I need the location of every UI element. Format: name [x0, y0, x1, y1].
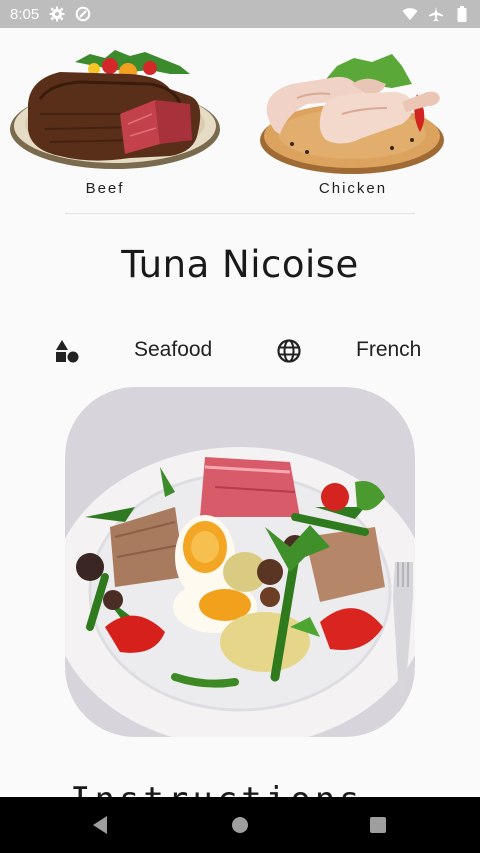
- category-item-beef[interactable]: Beef: [0, 36, 230, 206]
- back-button[interactable]: [86, 811, 114, 839]
- category-shapes-icon: [56, 340, 79, 363]
- category-strip: Beef Chicken: [0, 36, 480, 206]
- battery-icon: [454, 6, 470, 22]
- status-time: 8:05: [10, 5, 40, 23]
- home-circle-icon: [232, 817, 248, 833]
- data-saver-icon: [75, 6, 91, 22]
- chicken-image: [260, 54, 444, 174]
- airplane-icon: [428, 6, 444, 22]
- category-label: Chicken: [318, 180, 388, 197]
- status-bar: 8:05: [0, 0, 480, 28]
- category-label: Beef: [85, 180, 125, 197]
- recents-button[interactable]: [364, 811, 392, 839]
- home-button[interactable]: [226, 811, 254, 839]
- recents-square-icon: [370, 817, 386, 833]
- wifi-icon: [402, 6, 418, 22]
- back-triangle-icon: [93, 816, 107, 834]
- meal-detail-screen: Beef Chicken Tuna Nicoise Seafood French: [0, 28, 480, 797]
- divider: [65, 213, 415, 214]
- category-item-chicken[interactable]: Chicken: [240, 36, 470, 206]
- meal-title: Tuna Nicoise: [121, 243, 359, 286]
- meal-image: [65, 387, 415, 737]
- globe-icon: [277, 339, 301, 363]
- beef-image: [10, 50, 220, 169]
- meal-meta-row: Seafood French: [0, 333, 480, 367]
- gear-icon: [49, 6, 65, 22]
- meal-category: Seafood: [134, 338, 213, 361]
- instructions-heading: Instructions: [70, 780, 364, 797]
- navigation-bar: [0, 797, 480, 853]
- meal-area: French: [356, 338, 422, 361]
